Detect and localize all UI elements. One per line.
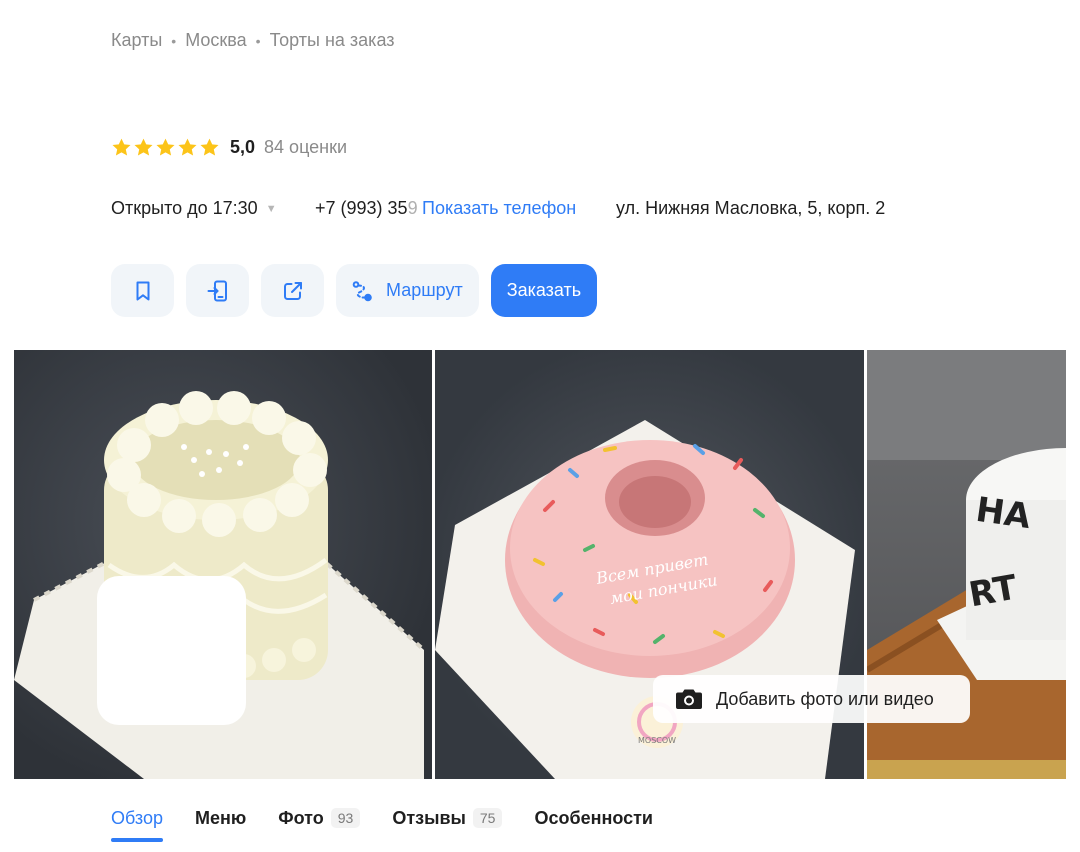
tab-photos-label: Фото [278,807,324,828]
show-phone-link[interactable]: Показать телефон [420,196,591,221]
star-icon [112,138,131,156]
bookmark-button[interactable] [111,264,174,317]
route-icon [352,280,372,301]
action-bar: Маршрут Заказать [111,264,598,317]
tab-photos[interactable]: Фото 93 [278,803,361,833]
tab-reviews-label: Отзывы [392,807,466,828]
info-row: Открыто до 17:30 ▼ +7 (993) 359 Показать… [111,196,1071,221]
breadcrumb: Карты • Москва • Торты на заказ [111,30,395,51]
order-button-label: Заказать [506,280,582,300]
camera-icon [676,689,702,709]
breadcrumb-separator: • [255,32,261,49]
share-icon [283,281,302,300]
tab-overview-label: Обзор [111,807,163,828]
order-button[interactable]: Заказать [490,264,598,317]
tab-features-label: Особенности [534,807,653,828]
rating-stars [111,137,220,158]
star-icon [200,138,219,156]
send-to-phone-button[interactable] [186,264,249,317]
tab-menu[interactable]: Меню [195,803,246,833]
phone-number: +7 (993) 359 [315,198,418,219]
phone-number-hidden: 9 [407,198,418,218]
stamp-logo: MOSCOW [638,736,676,745]
tab-reviews[interactable]: Отзывы 75 [392,803,503,833]
bookmark-icon [136,281,149,300]
share-button[interactable] [261,264,324,317]
phone-number-visible: +7 (993) 35 [315,198,408,218]
rating-summary[interactable]: 5,0 84 оценки [111,137,347,158]
tab-menu-label: Меню [195,807,247,828]
tab-photos-count: 93 [330,808,361,828]
logo-placeholder [97,576,246,725]
working-hours[interactable]: Открыто до 17:30 ▼ [111,198,277,219]
breadcrumb-category[interactable]: Торты на заказ [270,30,395,51]
star-icon [178,138,197,156]
tab-reviews-count: 75 [472,808,503,828]
working-hours-label: Открыто до 17:30 [111,198,258,218]
chevron-down-icon: ▼ [265,202,277,215]
tab-overview[interactable]: Обзор [111,803,163,842]
breadcrumb-maps[interactable]: Карты [111,30,162,51]
address[interactable]: ул. Нижняя Масловка, 5, корп. 2 [616,198,885,219]
add-photo-label: Добавить фото или видео [716,688,934,709]
cake-lettering: HA [973,490,1033,537]
route-button-label: Маршрут [386,280,463,300]
breadcrumb-moscow[interactable]: Москва [185,30,246,51]
send-to-phone-icon [207,280,227,301]
rating-value: 5,0 [230,137,256,157]
cake-lettering-line2: RT [966,567,1021,615]
gallery-photo-1[interactable] [14,350,432,779]
star-icon [156,138,175,156]
tab-features[interactable]: Особенности [534,803,653,833]
breadcrumb-separator: • [171,32,177,49]
add-photo-button[interactable]: Добавить фото или видео [653,675,970,723]
rating-count[interactable]: 84 оценки [264,137,347,158]
star-icon [134,138,153,156]
tab-bar: Обзор Меню Фото 93 Отзывы 75 Особенности [111,803,653,842]
route-button[interactable]: Маршрут [336,264,479,317]
